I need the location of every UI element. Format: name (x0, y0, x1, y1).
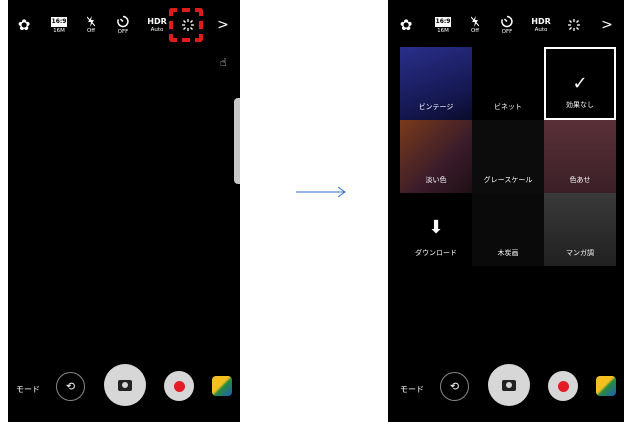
record-button[interactable] (164, 371, 194, 401)
effect-tile[interactable]: ビネット (472, 47, 544, 120)
hdr-sub-label: Auto (534, 27, 548, 33)
effect-tile[interactable]: 色あせ (544, 120, 616, 193)
flash-button[interactable]: Off (82, 6, 100, 44)
more-button[interactable]: > (600, 6, 614, 44)
ratio-value: 16:9 (435, 16, 451, 27)
effect-label: グレースケール (483, 176, 533, 184)
record-icon (557, 380, 569, 392)
timer-icon (117, 15, 129, 28)
chevron-right-icon: > (601, 17, 613, 33)
switch-camera-button[interactable]: ⟲ (56, 372, 85, 401)
flash-icon (471, 16, 479, 27)
effect-tile[interactable]: ビンテージ (400, 47, 472, 120)
more-button[interactable]: > (216, 6, 230, 44)
check-icon: ✓ (572, 73, 588, 94)
timer-button[interactable]: OFF (112, 6, 134, 44)
switch-camera-icon: ⟲ (65, 380, 76, 393)
timer-sub-label: OFF (501, 29, 513, 35)
camera-screen-before: ✿ 16:9 16M Off OFF HDR Auto > ☝ モード ⟲ (8, 0, 240, 422)
magic-wand-icon (568, 19, 580, 31)
gear-icon: ✿ (17, 15, 31, 34)
ratio-button[interactable]: 16:9 16M (48, 6, 70, 44)
ratio-button[interactable]: 16:9 16M (432, 6, 454, 44)
effect-tile[interactable]: 淡い色 (400, 120, 472, 193)
shutter-button[interactable] (104, 364, 146, 406)
camera-icon (118, 379, 132, 391)
ratio-sub-label: 16M (53, 27, 65, 34)
switch-camera-button[interactable]: ⟲ (440, 372, 469, 401)
effect-label: ダウンロード (415, 249, 457, 257)
effect-label: 色あせ (569, 176, 591, 184)
camera-bottom-bar: モード ⟲ (8, 350, 240, 422)
effect-label: マンガ調 (566, 249, 594, 257)
effect-tile[interactable]: ✓ 効果なし (544, 47, 616, 120)
effect-label: ビネット (494, 103, 522, 111)
hdr-button[interactable]: HDR Auto (530, 6, 552, 44)
hdr-button[interactable]: HDR Auto (146, 6, 168, 44)
record-button[interactable] (548, 371, 578, 401)
camera-top-bar: ✿ 16:9 16M Off OFF HDR Auto > (8, 6, 240, 44)
shutter-button[interactable] (488, 364, 530, 406)
ratio-sub-label: 16M (437, 27, 449, 34)
side-panel-handle[interactable] (234, 98, 240, 184)
effect-label: 木炭画 (497, 249, 519, 257)
switch-camera-icon: ⟲ (449, 380, 460, 393)
gallery-thumbnail[interactable] (596, 376, 616, 396)
timer-icon (501, 15, 513, 28)
camera-icon (502, 379, 516, 391)
flash-button[interactable]: Off (466, 6, 484, 44)
gear-icon: ✿ (399, 15, 413, 34)
flash-icon (87, 16, 95, 27)
hdr-sub-label: Auto (150, 27, 164, 33)
effect-label: ビンテージ (418, 103, 454, 111)
mode-button[interactable]: モード (400, 384, 424, 395)
effect-label: 淡い色 (425, 176, 447, 184)
effect-tile[interactable]: 木炭画 (472, 193, 544, 266)
hdr-label: HDR (147, 17, 167, 26)
effect-tile[interactable]: ⬇ ダウンロード (400, 193, 472, 266)
effects-button[interactable] (564, 6, 584, 44)
settings-button[interactable]: ✿ (14, 6, 34, 44)
mode-button[interactable]: モード (16, 384, 40, 395)
camera-bottom-bar: モード ⟲ (388, 350, 624, 422)
timer-sub-label: OFF (117, 29, 129, 35)
gallery-thumbnail[interactable] (212, 376, 232, 396)
hdr-label: HDR (531, 17, 551, 26)
flash-sub-label: Off (470, 28, 480, 34)
effect-tile[interactable]: マンガ調 (544, 193, 616, 266)
download-icon: ⬇ (428, 217, 444, 238)
arrow-icon (296, 186, 346, 198)
chevron-right-icon: > (217, 17, 229, 33)
camera-top-bar: ✿ 16:9 16M Off OFF HDR Auto > (388, 6, 624, 44)
record-icon (173, 380, 185, 392)
effect-label: 効果なし (566, 101, 594, 109)
effect-tile[interactable]: グレースケール (472, 120, 544, 193)
camera-screen-effects: ✿ 16:9 16M Off OFF HDR Auto > ビンテージ ビネット… (388, 0, 624, 422)
ratio-value: 16:9 (51, 16, 67, 27)
effects-highlight (169, 8, 203, 42)
hand-gesture-icon: ☝ (220, 56, 227, 69)
flash-sub-label: Off (86, 28, 96, 34)
timer-button[interactable]: OFF (496, 6, 518, 44)
settings-button[interactable]: ✿ (396, 6, 416, 44)
